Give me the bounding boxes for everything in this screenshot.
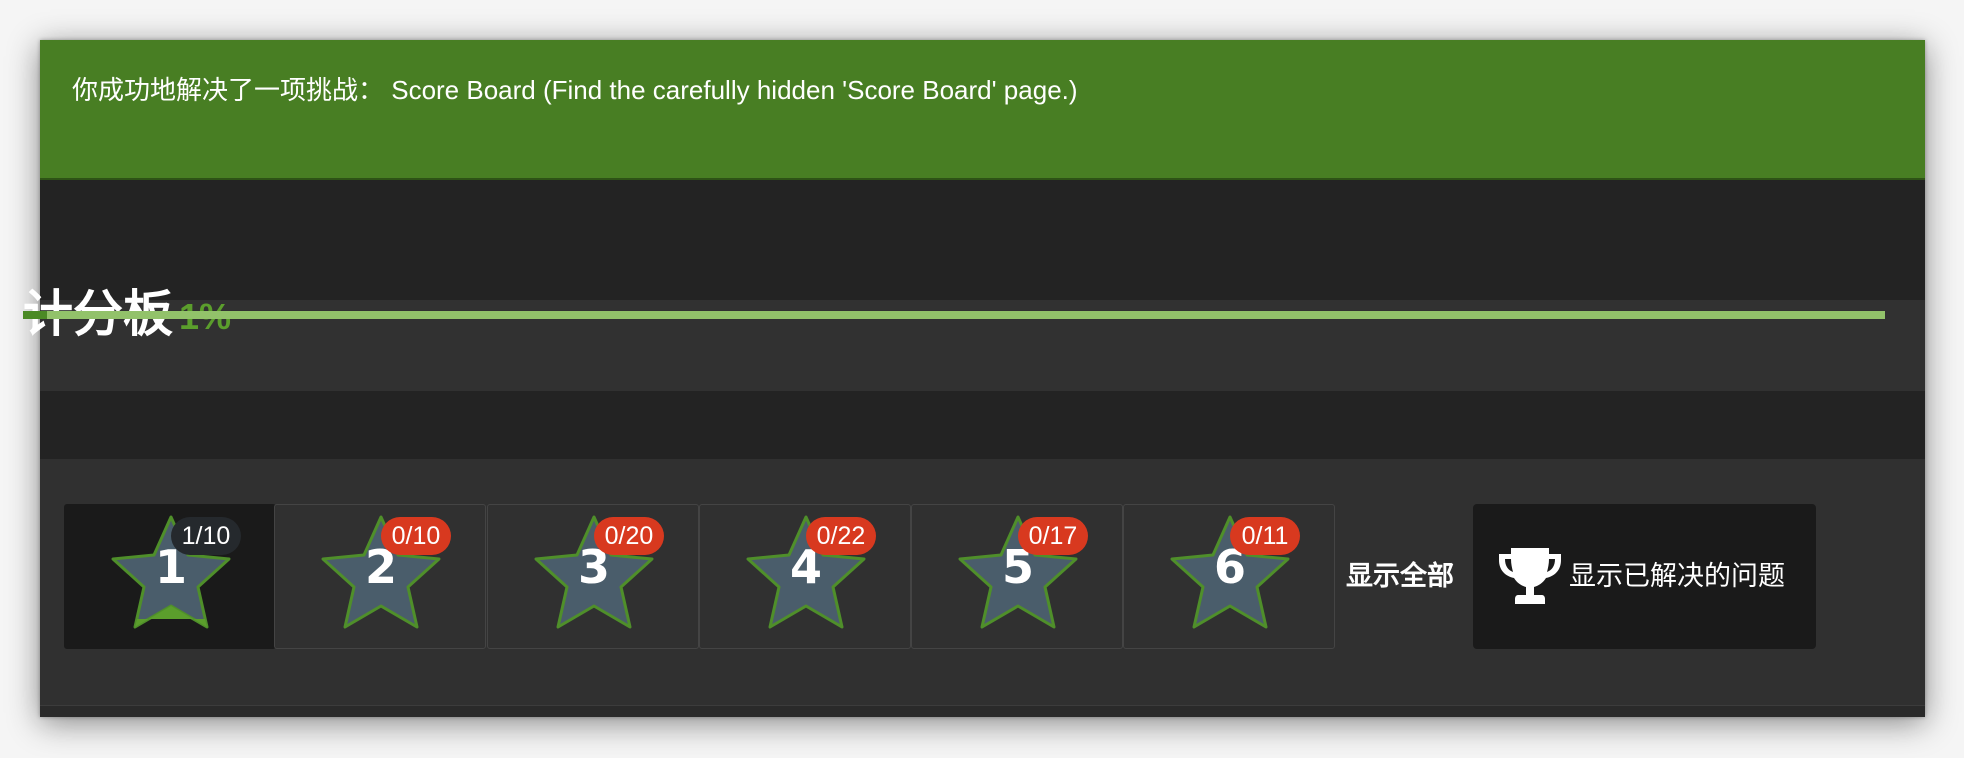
difficulty-level: 2 (364, 540, 397, 594)
navbar-spacer (40, 180, 1925, 300)
solved-count-badge: 0/20 (594, 517, 664, 555)
solved-count-badge: 0/22 (806, 517, 876, 555)
difficulty-level: 3 (577, 540, 610, 594)
solved-count-badge: 1/10 (171, 517, 241, 555)
solved-count-badge: 0/10 (381, 517, 451, 555)
difficulty-filter-6[interactable]: 6 0/11 (1123, 504, 1335, 649)
progress-bar (23, 311, 1885, 319)
trophy-icon (1499, 548, 1561, 604)
section-divider (40, 391, 1925, 459)
show-solved-label: 显示已解决的问题 (1569, 561, 1785, 592)
notification-message: 你成功地解决了一项挑战： Score Board (Find the caref… (72, 75, 1078, 105)
show-all-button[interactable]: 显示全部 (1320, 552, 1480, 602)
difficulty-level: 1 (154, 540, 187, 594)
difficulty-level: 4 (789, 540, 822, 594)
solved-count-badge: 0/17 (1018, 517, 1088, 555)
difficulty-filter-4[interactable]: 4 0/22 (699, 504, 911, 649)
difficulty-level: 6 (1213, 540, 1246, 594)
show-solved-button[interactable]: 显示已解决的问题 (1473, 504, 1816, 649)
panel-footer (40, 705, 1925, 717)
difficulty-filter-1[interactable]: 1 1/10 (64, 504, 276, 649)
success-notification: 你成功地解决了一项挑战： Score Board (Find the caref… (40, 40, 1925, 180)
progress-bar-fill (23, 311, 48, 319)
difficulty-filter-3[interactable]: 3 0/20 (487, 504, 699, 649)
difficulty-level: 5 (1001, 540, 1034, 594)
difficulty-filter-5[interactable]: 5 0/17 (911, 504, 1123, 649)
difficulty-filter-2[interactable]: 2 0/10 (274, 504, 486, 649)
solved-count-badge: 0/11 (1230, 517, 1300, 555)
